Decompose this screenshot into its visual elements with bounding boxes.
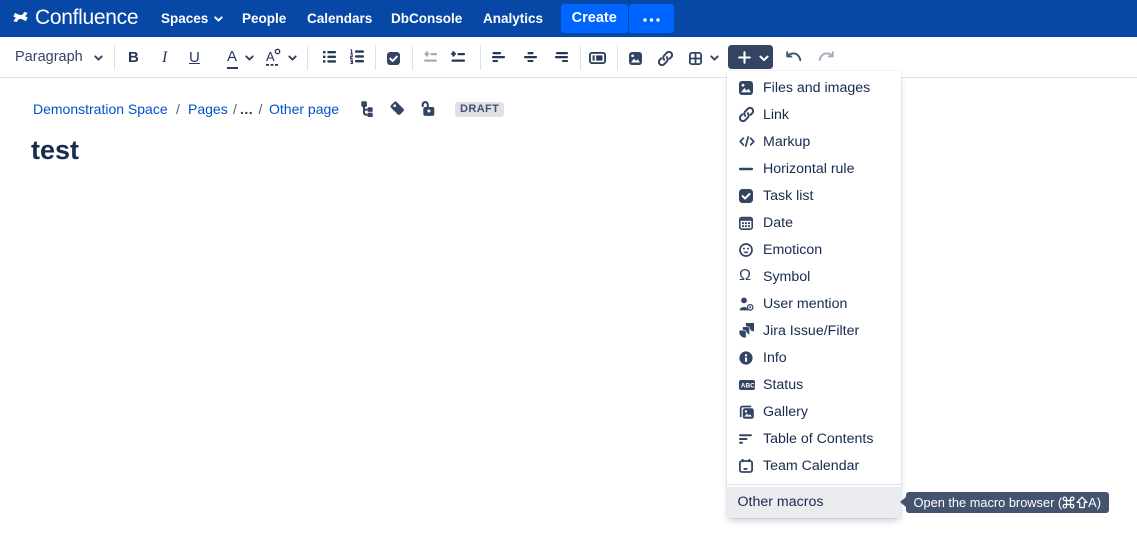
- svg-text:A: A: [266, 49, 275, 64]
- svg-text:ABC: ABC: [741, 382, 755, 389]
